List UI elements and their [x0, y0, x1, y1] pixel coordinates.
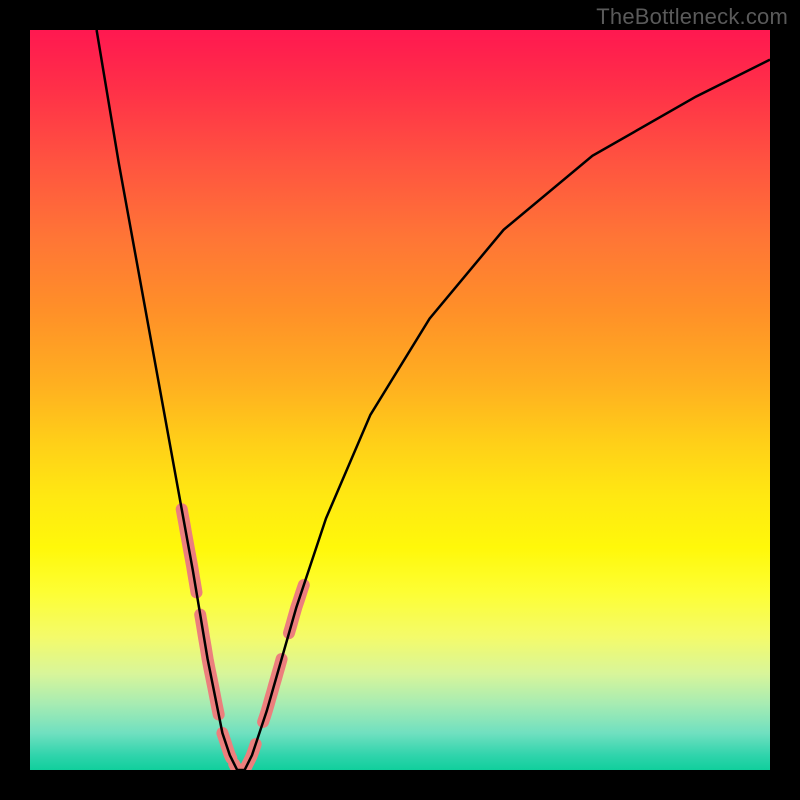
plot-area	[30, 30, 770, 770]
highlight-segment	[234, 744, 256, 770]
bottleneck-curve	[97, 30, 770, 770]
highlight-segment	[182, 509, 197, 592]
highlight-segment	[263, 659, 282, 722]
highlight-segment	[200, 615, 219, 715]
watermark-text: TheBottleneck.com	[596, 4, 788, 30]
highlight-segments	[182, 509, 304, 770]
chart-frame: TheBottleneck.com	[0, 0, 800, 800]
highlight-segment	[289, 585, 304, 633]
highlight-segment	[222, 733, 231, 758]
curve-layer	[30, 30, 770, 770]
